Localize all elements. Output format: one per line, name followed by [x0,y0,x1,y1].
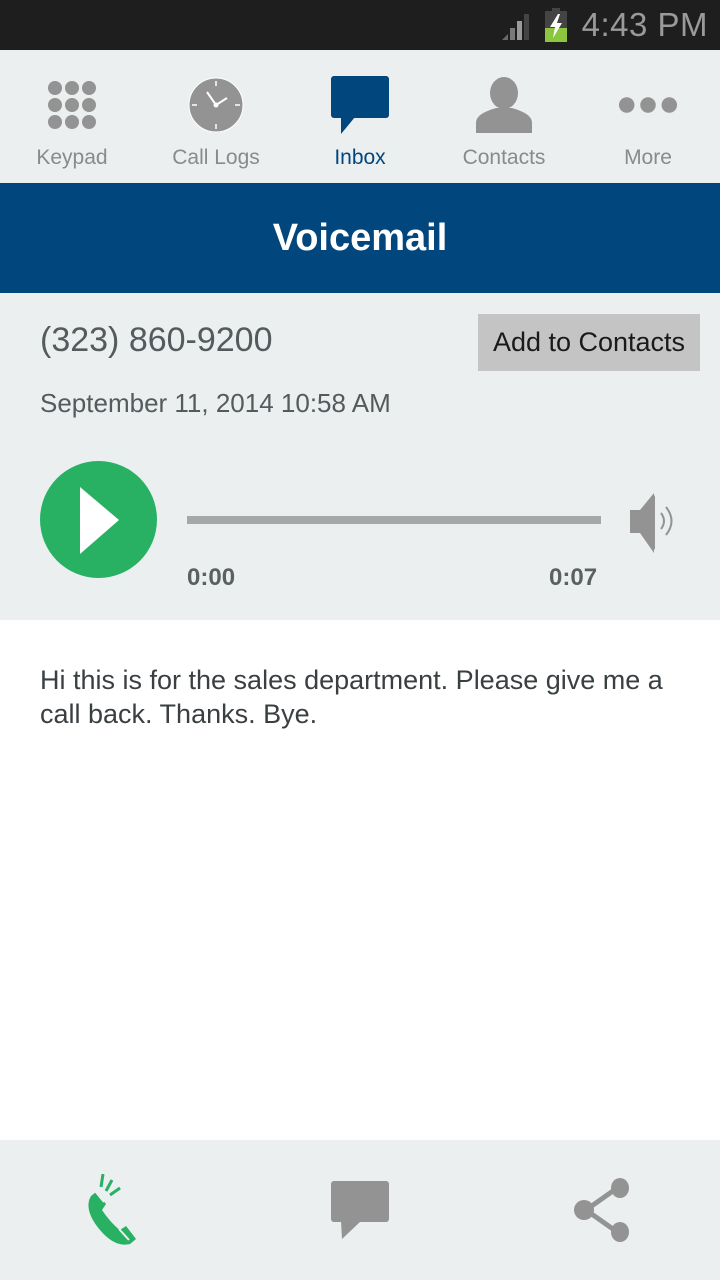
page-title: Voicemail [272,216,448,259]
add-to-contacts-button[interactable]: Add to Contacts [478,314,700,371]
duration: 0:07 [549,564,598,591]
status-clock: 4:43 PM [581,6,708,43]
call-back-button[interactable] [75,1170,155,1250]
playback-progress-bar[interactable] [187,516,601,524]
nav-label-inbox: Inbox [334,146,386,169]
nav-label-call-logs: Call Logs [172,146,260,169]
nav-tab-call-logs[interactable]: Call Logs [144,50,288,183]
voicemail-datetime: September 11, 2014 10:58 AM [40,388,391,418]
current-time: 0:00 [187,564,236,591]
page-header: Voicemail [0,183,720,293]
battery-charging-icon [544,8,567,42]
voicemail-details: (323) 860-9200 Add to Contacts September… [0,293,720,620]
message-button[interactable] [320,1170,400,1250]
nav-label-more: More [624,146,672,169]
share-icon [574,1178,629,1242]
person-icon [474,75,534,135]
nav-tab-more[interactable]: More [576,50,720,183]
clock-icon [186,75,246,135]
status-icons: 4:43 PM [500,0,708,50]
play-button[interactable] [40,461,157,578]
nav-tab-keypad[interactable]: Keypad [0,50,144,183]
keypad-icon [42,75,102,135]
status-bar: 4:43 PM [0,0,720,50]
nav-tab-contacts[interactable]: Contacts [432,50,576,183]
phone-call-icon [88,1174,136,1245]
chat-bubble-icon [330,75,390,135]
play-icon [80,487,119,554]
caller-phone-number: (323) 860-9200 [40,321,273,359]
share-button[interactable] [563,1170,643,1250]
nav-label-contacts: Contacts [462,146,546,169]
more-dots-icon [618,75,678,135]
message-icon [331,1181,389,1239]
bottom-action-bar [0,1140,720,1280]
signal-strength-icon [501,14,529,40]
voicemail-transcript: Hi this is for the sales department. Ple… [40,665,663,729]
volume-icon[interactable] [628,493,684,553]
nav-tab-inbox[interactable]: Inbox [288,50,432,183]
top-nav: Keypad Call Logs Inbox Contacts More [0,50,720,183]
nav-label-keypad: Keypad [36,146,108,169]
